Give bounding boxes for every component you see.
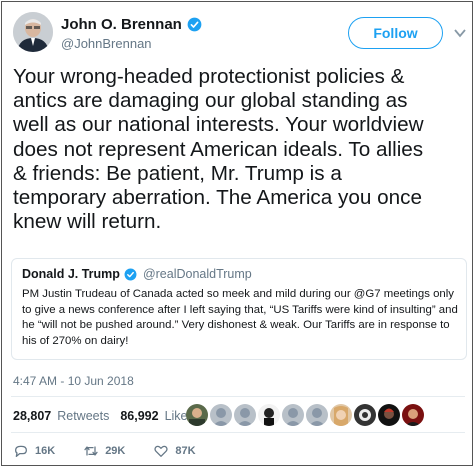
like-count: 87K <box>175 445 196 457</box>
quoted-tweet-text: PM Justin Trudeau of Canada acted so mee… <box>22 288 458 347</box>
liker-avatar[interactable] <box>378 404 400 426</box>
verified-badge-icon <box>187 17 202 32</box>
retweets-label[interactable]: Retweets <box>57 409 109 423</box>
liker-avatar[interactable] <box>186 404 208 426</box>
tweet-card: John O. Brennan @JohnBrennan Follow Your… <box>1 1 473 466</box>
liker-avatar[interactable] <box>258 404 280 426</box>
like-button[interactable]: 87K <box>153 443 196 459</box>
like-icon <box>154 445 169 457</box>
retweet-button[interactable]: 29K <box>83 443 125 459</box>
tweet-text: Your wrong-headed protectionist policies… <box>13 65 424 234</box>
liker-avatar[interactable] <box>306 404 328 426</box>
follow-button[interactable]: Follow <box>348 17 443 49</box>
quoted-tweet[interactable]: Donald J. Trump @realDonaldTrump PM Just… <box>11 258 467 360</box>
quoted-author-name: Donald J. Trump <box>22 267 120 281</box>
divider <box>11 396 465 397</box>
liker-avatar[interactable] <box>330 404 352 426</box>
reply-button[interactable]: 16K <box>13 443 55 459</box>
liker-avatar[interactable] <box>402 404 424 426</box>
divider <box>11 432 465 433</box>
likes-count[interactable]: 86,992 <box>120 409 158 423</box>
retweet-count: 29K <box>105 445 126 457</box>
retweet-icon <box>84 446 98 456</box>
retweets-count[interactable]: 28,807 <box>13 409 51 423</box>
tweet-timestamp[interactable]: 4:47 AM - 10 Jun 2018 <box>13 374 134 388</box>
chevron-down-icon[interactable] <box>454 28 466 38</box>
reply-count: 16K <box>35 445 56 457</box>
liker-avatar[interactable] <box>210 404 232 426</box>
engagement-stats: 28,807 Retweets 86,992 Likes <box>13 409 199 423</box>
liker-avatar[interactable] <box>354 404 376 426</box>
author-handle[interactable]: @JohnBrennan <box>61 36 152 51</box>
author-display-name[interactable]: John O. Brennan <box>61 16 202 33</box>
quoted-tweet-header: Donald J. Trump @realDonaldTrump <box>22 267 252 281</box>
quoted-author-handle: @realDonaldTrump <box>142 267 252 281</box>
liker-avatar[interactable] <box>282 404 304 426</box>
author-avatar[interactable] <box>13 12 53 52</box>
liker-avatar[interactable] <box>234 404 256 426</box>
liker-avatars <box>186 404 424 426</box>
author-name-text: John O. Brennan <box>61 16 182 33</box>
verified-badge-icon <box>124 268 137 280</box>
reply-icon <box>15 445 27 457</box>
tweet-actions: 16K 29K 87K <box>13 443 224 459</box>
